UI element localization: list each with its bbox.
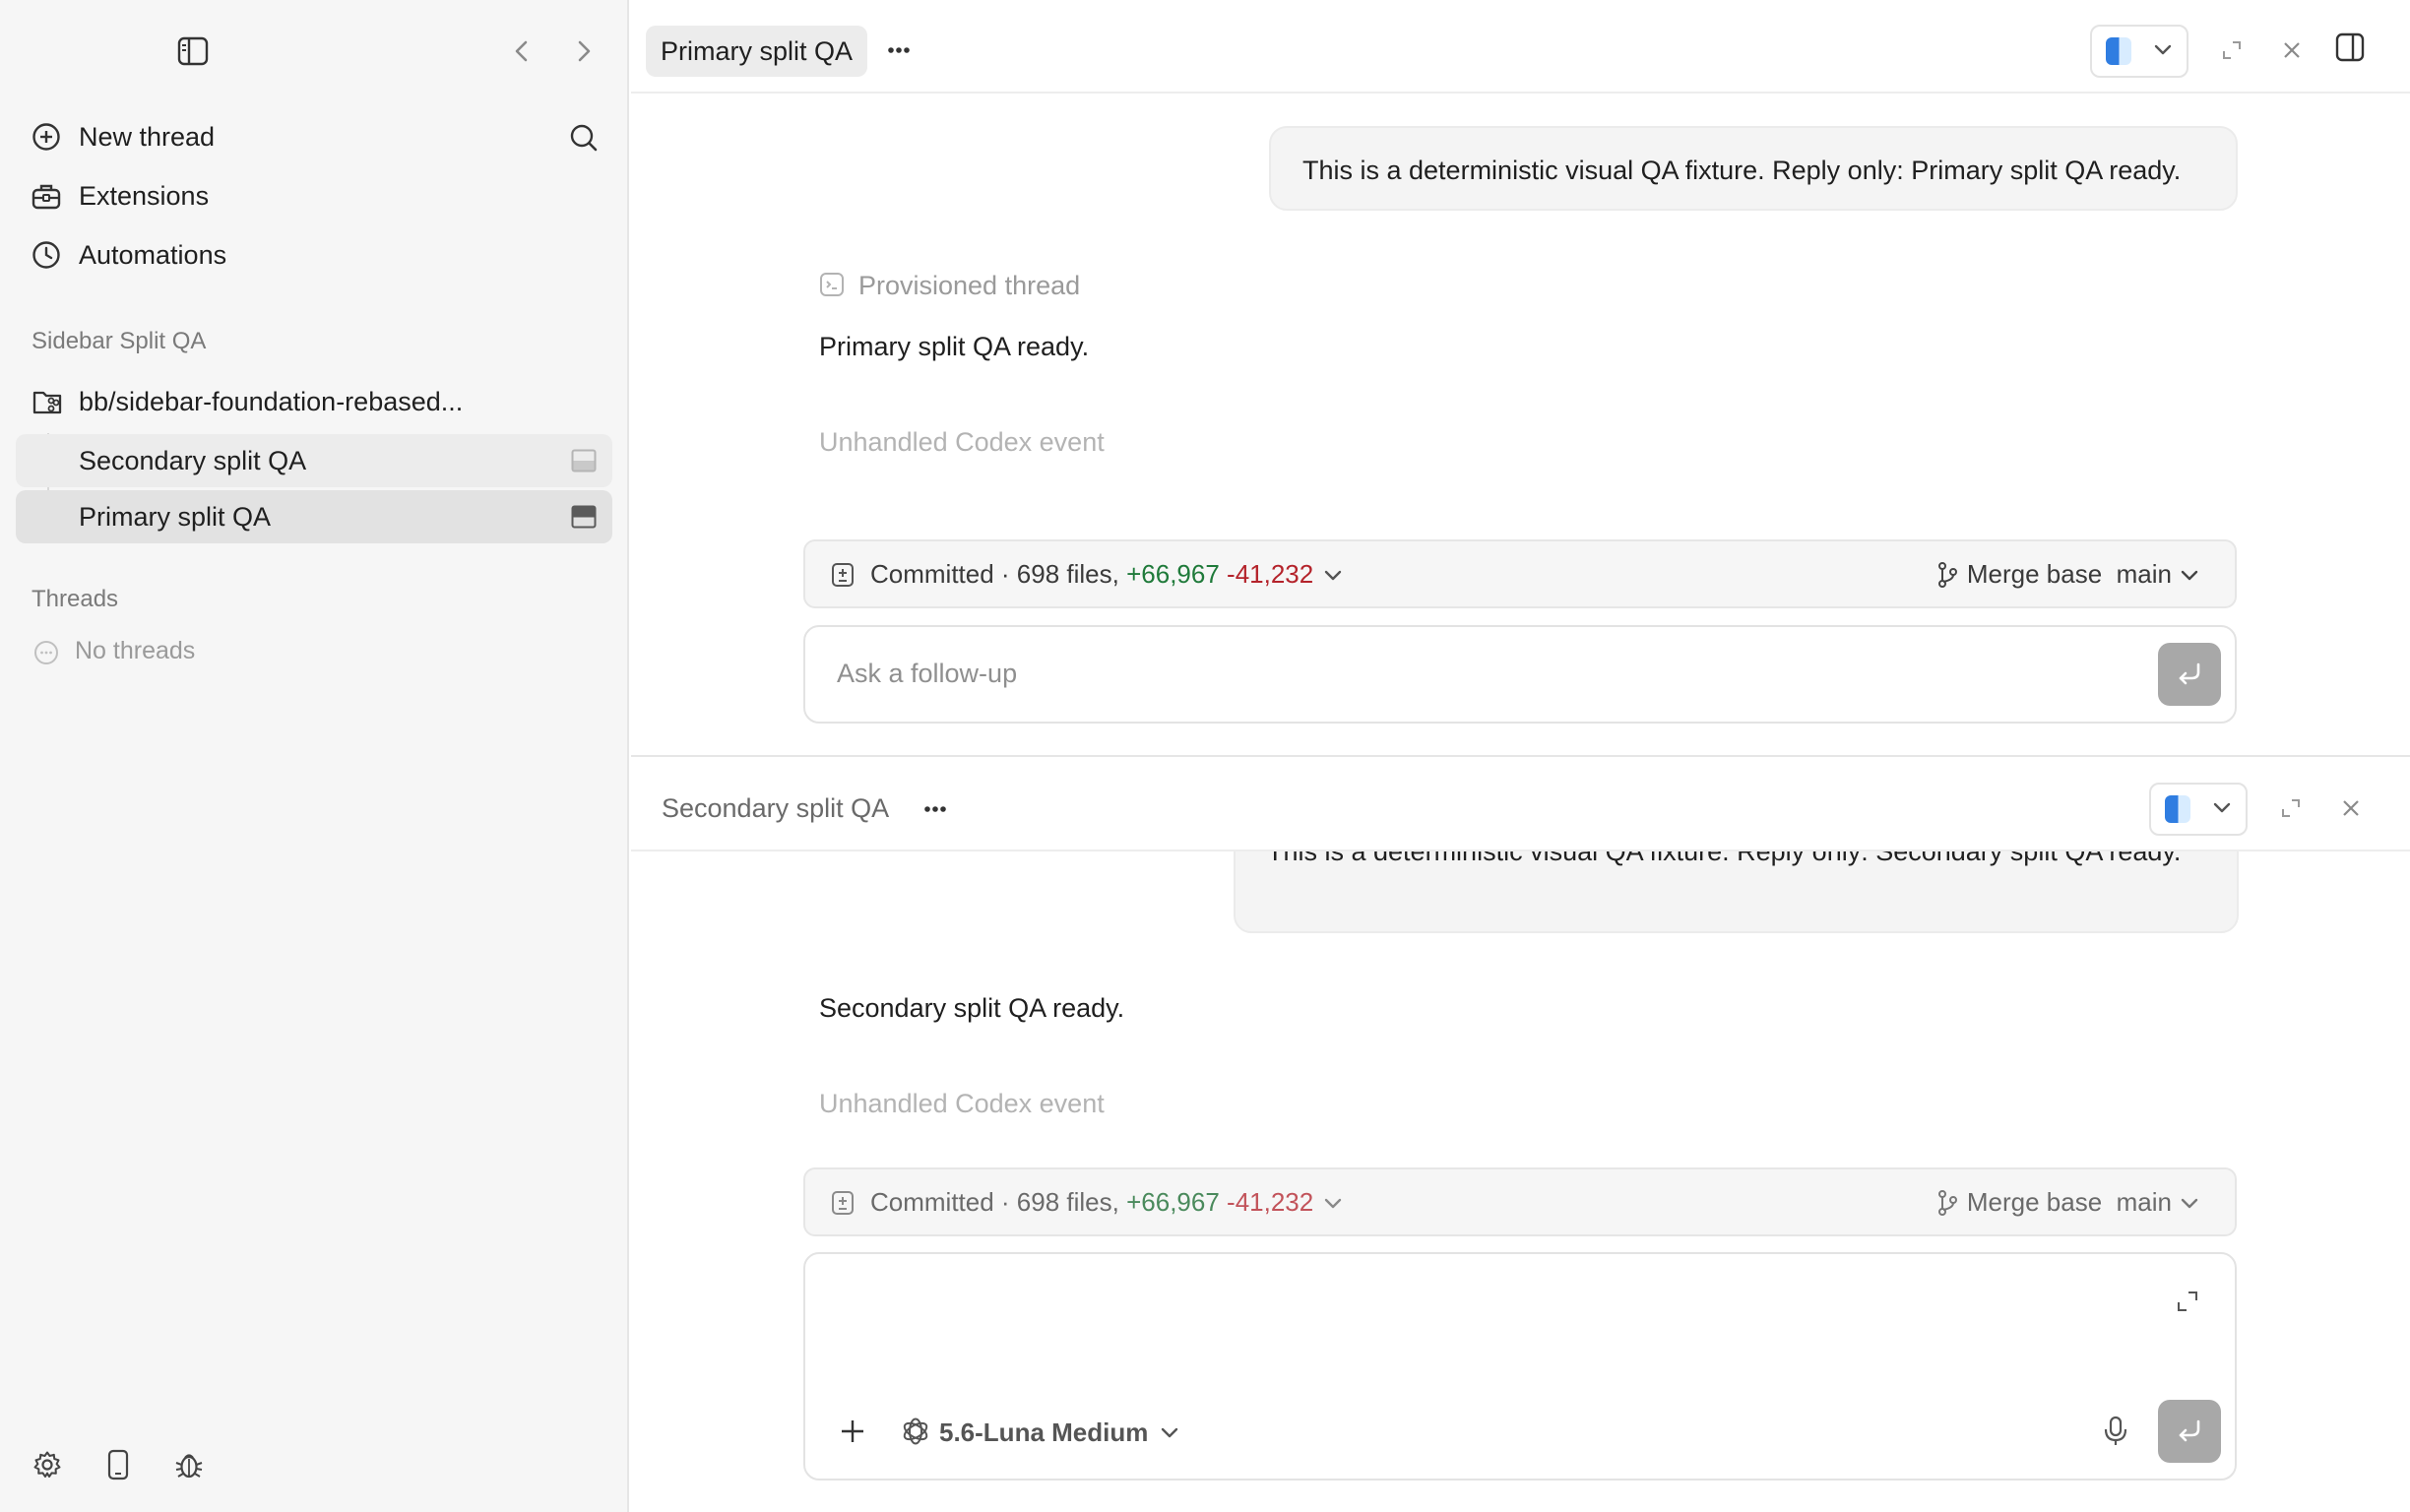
merge-base-label: Merge base — [1966, 1187, 2103, 1217]
threads-section-label: Threads — [32, 586, 119, 612]
project-branch-row[interactable]: bb/sidebar-foundation-rebased... — [16, 380, 606, 423]
bug-icon[interactable] — [174, 1449, 204, 1480]
extensions-label: Extensions — [79, 181, 210, 211]
merge-base-branch: main — [2116, 559, 2172, 589]
provisioned-thread-label: Provisioned thread — [858, 271, 1081, 300]
new-thread-label: New thread — [79, 122, 216, 152]
diff-file-icon — [831, 1190, 855, 1216]
composer-placeholder[interactable]: Ask a follow-up — [837, 657, 1017, 690]
new-thread-button[interactable]: New thread — [16, 116, 567, 159]
project-branch-label: bb/sidebar-foundation-rebased... — [79, 387, 464, 416]
merge-base-label: Merge base — [1966, 559, 2103, 589]
split-top-icon — [571, 505, 597, 529]
return-arrow-icon — [2176, 1418, 2203, 1445]
secondary-conversation[interactable]: This is a deterministic visual QA fixtur… — [631, 850, 2410, 1166]
user-message: This is a deterministic visual QA fixtur… — [1269, 126, 2238, 211]
assistant-message: Secondary split QA ready. — [819, 993, 1125, 1023]
merge-base-branch: main — [2116, 1187, 2172, 1217]
send-button[interactable] — [2158, 643, 2221, 706]
git-branch-icon — [1935, 561, 1959, 589]
secondary-open-in-dropdown[interactable] — [2149, 783, 2248, 836]
changes-summary: Committed · 698 files, +66,967 -41,232 — [870, 1185, 1313, 1219]
unhandled-event-label: Unhandled Codex event — [819, 1089, 1105, 1118]
merge-base-selector[interactable]: Merge base main — [1967, 557, 2172, 591]
chevron-down-icon — [2153, 43, 2173, 57]
phone-icon[interactable] — [107, 1449, 129, 1480]
primary-composer[interactable]: Ask a follow-up — [803, 625, 2237, 724]
finder-icon — [2165, 795, 2190, 823]
user-message-text: This is a deterministic visual QA fixtur… — [1302, 156, 2182, 185]
merge-base-selector[interactable]: Merge base main — [1967, 1185, 2172, 1219]
git-branch-icon — [1935, 1189, 1959, 1217]
return-arrow-icon — [2176, 661, 2203, 688]
secondary-header-divider — [631, 850, 2410, 851]
expand-composer-icon[interactable] — [2176, 1290, 2199, 1313]
changes-summary-bar[interactable]: Committed · 698 files, +66,967 -41,232 M… — [803, 1167, 2237, 1236]
chevron-down-icon[interactable] — [2180, 569, 2199, 583]
primary-pane-tab[interactable]: Primary split QA — [646, 26, 868, 77]
automations-label: Automations — [79, 240, 227, 270]
close-icon[interactable] — [2341, 798, 2361, 818]
expand-icon[interactable] — [2221, 39, 2243, 61]
sidebar-thread-secondary[interactable]: Secondary split QA — [16, 434, 612, 487]
more-options-icon[interactable] — [924, 805, 946, 813]
thread-label: Secondary split QA — [79, 446, 307, 475]
model-label: 5.6-Luna Medium — [939, 1418, 1149, 1447]
deletions-count: -41,232 — [1227, 559, 1314, 589]
changes-prefix: Committed · 698 files, — [870, 559, 1127, 589]
more-options-icon[interactable] — [888, 46, 910, 54]
additions-count: +66,967 — [1126, 559, 1220, 589]
primary-header-divider — [631, 92, 2410, 94]
sidebar-thread-primary[interactable]: Primary split QA — [16, 490, 612, 543]
close-icon[interactable] — [2282, 40, 2302, 60]
sidebar: New thread Extensions Automations Sideba… — [0, 0, 629, 1512]
chevron-right-icon[interactable] — [574, 39, 594, 63]
user-message: This is a deterministic visual QA fixtur… — [1234, 850, 2239, 933]
thread-label: Primary split QA — [79, 502, 272, 532]
chevron-down-icon[interactable] — [2180, 1197, 2199, 1211]
microphone-icon[interactable] — [2103, 1416, 2128, 1447]
chevron-down-icon — [1160, 1426, 1179, 1440]
user-message-text: This is a deterministic visual QA fixtur… — [1267, 850, 2182, 866]
terminal-icon — [819, 272, 845, 297]
primary-pane-title: Primary split QA — [661, 36, 854, 66]
extensions-button[interactable]: Extensions — [16, 175, 567, 219]
secondary-composer[interactable]: 5.6-Luna Medium — [803, 1252, 2237, 1480]
openai-icon — [900, 1416, 931, 1447]
gear-icon[interactable] — [32, 1450, 62, 1480]
project-section-label: Sidebar Split QA — [32, 328, 207, 354]
no-threads-label: No threads — [75, 637, 196, 664]
sidebar-toggle-icon[interactable] — [177, 36, 209, 66]
split-divider[interactable] — [631, 755, 2410, 757]
deletions-count: -41,232 — [1227, 1187, 1314, 1217]
plus-circle-icon — [32, 122, 61, 152]
secondary-pane-title[interactable]: Secondary split QA — [662, 791, 889, 825]
chevron-down-icon[interactable] — [1323, 1197, 1343, 1211]
send-button[interactable] — [2158, 1400, 2221, 1463]
clock-icon — [32, 240, 61, 270]
plus-icon[interactable] — [839, 1418, 866, 1445]
chevron-down-icon[interactable] — [1323, 569, 1343, 583]
split-bottom-icon — [571, 449, 597, 472]
changes-summary-bar[interactable]: Committed · 698 files, +66,967 -41,232 M… — [803, 539, 2237, 608]
chevron-down-icon — [2212, 801, 2232, 815]
toolbox-icon — [32, 182, 61, 210]
model-selector[interactable]: 5.6-Luna Medium — [900, 1412, 1195, 1451]
assistant-message: Primary split QA ready. — [819, 332, 1090, 361]
search-icon[interactable] — [569, 123, 599, 153]
folder-branch-icon — [32, 387, 63, 416]
finder-icon — [2106, 37, 2131, 65]
changes-prefix: Committed · 698 files, — [870, 1187, 1127, 1217]
chevron-left-icon[interactable] — [512, 39, 532, 63]
diff-file-icon — [831, 562, 855, 588]
changes-summary: Committed · 698 files, +66,967 -41,232 — [870, 557, 1313, 591]
expand-icon[interactable] — [2280, 797, 2302, 819]
additions-count: +66,967 — [1126, 1187, 1220, 1217]
unhandled-event-label: Unhandled Codex event — [819, 427, 1105, 457]
right-panel-toggle-icon[interactable] — [2335, 32, 2365, 62]
chat-bubble-icon — [33, 640, 59, 665]
automations-button[interactable]: Automations — [16, 234, 567, 278]
primary-open-in-dropdown[interactable] — [2090, 25, 2188, 78]
